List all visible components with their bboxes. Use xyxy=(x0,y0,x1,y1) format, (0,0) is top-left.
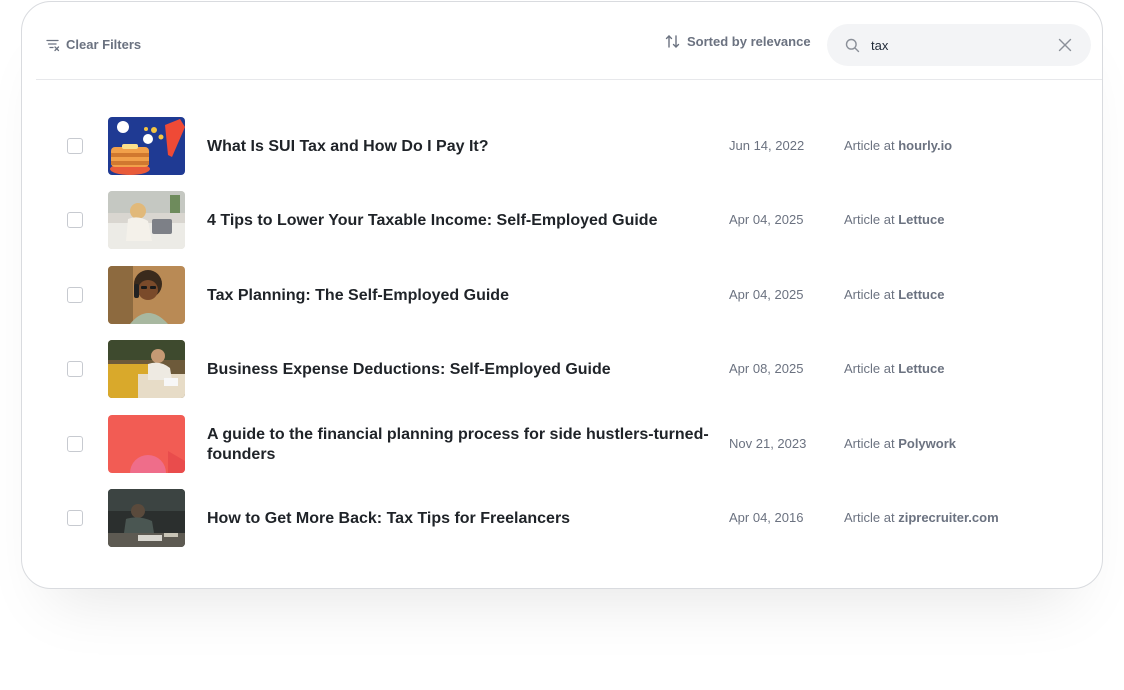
source-type-label: Article at xyxy=(844,212,895,227)
row-checkbox[interactable] xyxy=(67,361,83,377)
thumbnail-image xyxy=(108,489,185,547)
search-box xyxy=(827,24,1091,66)
result-date: Jun 14, 2022 xyxy=(729,138,805,153)
close-icon[interactable] xyxy=(1058,38,1072,52)
thumbnail-image xyxy=(108,415,185,473)
thumbnail-image xyxy=(108,117,185,175)
source-link[interactable]: Lettuce xyxy=(898,212,944,227)
result-source: Article at Lettuce xyxy=(844,212,944,227)
toolbar: Clear Filters Sorted by relevance xyxy=(22,2,1102,80)
source-type-label: Article at xyxy=(844,361,895,376)
row-checkbox[interactable] xyxy=(67,287,83,303)
sort-label: Sorted by relevance xyxy=(687,34,811,49)
search-input[interactable] xyxy=(871,34,1041,56)
result-title[interactable]: 4 Tips to Lower Your Taxable Income: Sel… xyxy=(207,211,717,231)
result-source: Article at Lettuce xyxy=(844,361,944,376)
sort-arrows-icon xyxy=(665,35,680,48)
result-title[interactable]: Tax Planning: The Self-Employed Guide xyxy=(207,286,717,306)
result-title[interactable]: How to Get More Back: Tax Tips for Freel… xyxy=(207,509,717,529)
result-date: Nov 21, 2023 xyxy=(729,436,807,451)
result-source: Article at ziprecruiter.com xyxy=(844,510,999,525)
table-row[interactable]: What Is SUI Tax and How Do I Pay It? Jun… xyxy=(22,117,1102,177)
row-checkbox[interactable] xyxy=(67,212,83,228)
thumbnail-image xyxy=(108,266,185,324)
table-row[interactable]: How to Get More Back: Tax Tips for Freel… xyxy=(22,489,1102,549)
result-title[interactable]: Business Expense Deductions: Self-Employ… xyxy=(207,360,717,380)
source-type-label: Article at xyxy=(844,287,895,302)
result-source: Article at Lettuce xyxy=(844,287,944,302)
filter-clear-icon xyxy=(46,39,60,51)
result-date: Apr 04, 2025 xyxy=(729,212,804,227)
source-type-label: Article at xyxy=(844,138,895,153)
table-row[interactable]: Business Expense Deductions: Self-Employ… xyxy=(22,340,1102,400)
result-source: Article at hourly.io xyxy=(844,138,952,153)
source-link[interactable]: hourly.io xyxy=(898,138,952,153)
result-source: Article at Polywork xyxy=(844,436,956,451)
row-checkbox[interactable] xyxy=(67,510,83,526)
source-link[interactable]: Lettuce xyxy=(898,287,944,302)
result-title[interactable]: A guide to the financial planning proces… xyxy=(207,425,717,465)
table-row[interactable]: A guide to the financial planning proces… xyxy=(22,415,1102,475)
table-row[interactable]: 4 Tips to Lower Your Taxable Income: Sel… xyxy=(22,191,1102,251)
row-checkbox[interactable] xyxy=(67,436,83,452)
result-title[interactable]: What Is SUI Tax and How Do I Pay It? xyxy=(207,137,717,157)
clear-filters-label: Clear Filters xyxy=(66,37,142,52)
source-link[interactable]: Polywork xyxy=(898,436,956,451)
table-row[interactable]: Tax Planning: The Self-Employed Guide Ap… xyxy=(22,266,1102,326)
result-date: Apr 04, 2016 xyxy=(729,510,804,525)
thumbnail-image xyxy=(108,340,185,398)
clear-filters-button[interactable]: Clear Filters xyxy=(46,37,141,52)
result-date: Apr 04, 2025 xyxy=(729,287,804,302)
result-date: Apr 08, 2025 xyxy=(729,361,804,376)
source-link[interactable]: ziprecruiter.com xyxy=(898,510,998,525)
sort-button[interactable]: Sorted by relevance xyxy=(665,34,811,49)
source-link[interactable]: Lettuce xyxy=(898,361,944,376)
toolbar-divider xyxy=(36,79,1102,80)
search-icon xyxy=(845,38,860,53)
row-checkbox[interactable] xyxy=(67,138,83,154)
source-type-label: Article at xyxy=(844,510,895,525)
results-card: Clear Filters Sorted by relevance tax Wh… xyxy=(21,1,1103,589)
source-type-label: Article at xyxy=(844,436,895,451)
thumbnail-image xyxy=(108,191,185,249)
